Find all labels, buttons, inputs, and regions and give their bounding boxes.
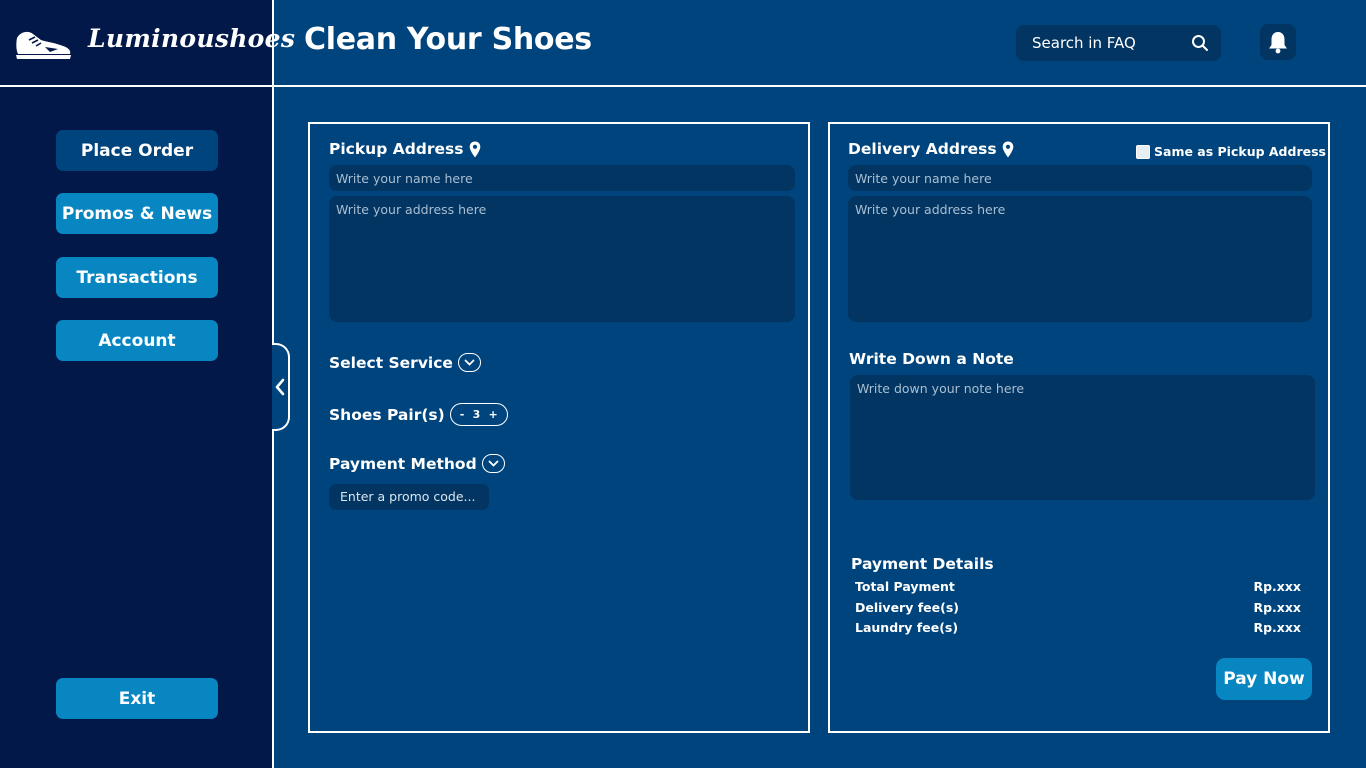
chevron-left-icon (275, 378, 285, 396)
select-service-label: Select Service (329, 353, 453, 372)
delivery-panel: Delivery Address Same as Pickup Address … (828, 122, 1330, 733)
pickup-panel: Pickup Address Select Service Shoes Pair… (308, 122, 810, 733)
payment-row-value: Rp.xxx (1253, 600, 1301, 615)
same-as-pickup-option: Same as Pickup Address (1136, 144, 1326, 159)
payment-row-label: Total Payment (855, 579, 955, 594)
nav-transactions-button[interactable]: Transactions (56, 257, 218, 298)
payment-row-value: Rp.xxx (1253, 579, 1301, 594)
note-label: Write Down a Note (849, 350, 1014, 368)
brand: Luminoushoes (0, 0, 295, 87)
same-as-pickup-checkbox[interactable] (1136, 144, 1150, 159)
same-as-pickup-label: Same as Pickup Address (1154, 144, 1326, 159)
chevron-down-icon (488, 460, 499, 467)
payment-details-title: Payment Details (851, 555, 994, 573)
page-title: Clean Your Shoes (304, 22, 592, 57)
payment-row-label: Laundry fee(s) (855, 620, 959, 635)
pickup-name-input[interactable] (329, 165, 795, 191)
delivery-address-label: Delivery Address (848, 140, 997, 158)
search-icon[interactable] (1191, 34, 1209, 52)
faq-search (1016, 25, 1221, 61)
sneaker-icon (16, 31, 71, 59)
pickup-address-heading: Pickup Address (329, 140, 481, 158)
payment-row-value: Rp.xxx (1253, 620, 1301, 635)
chevron-down-icon (464, 359, 475, 366)
note-input[interactable] (850, 375, 1315, 500)
payment-row-total: Total Payment Rp.xxx (855, 579, 1301, 594)
nav-account-button[interactable]: Account (56, 320, 218, 361)
location-pin-icon (1002, 141, 1013, 157)
brand-name: Luminoushoes (88, 24, 296, 53)
sidebar: Luminoushoes Place Order Promos & News T… (0, 0, 295, 768)
faq-search-input[interactable] (1032, 34, 1177, 52)
exit-button[interactable]: Exit (56, 678, 218, 719)
nav-place-order-button[interactable]: Place Order (56, 130, 218, 171)
location-pin-icon (469, 141, 480, 157)
header: Clean Your Shoes (274, 0, 1366, 87)
pickup-address-input[interactable] (329, 196, 795, 322)
increment-button[interactable]: + (489, 408, 498, 421)
notification-button[interactable] (1260, 24, 1296, 60)
select-service-row: Select Service (329, 353, 481, 372)
delivery-address-input[interactable] (848, 196, 1312, 322)
promo-code-input[interactable]: Enter a promo code... (329, 484, 489, 510)
payment-method-row: Payment Method (329, 454, 505, 473)
payment-method-dropdown[interactable] (481, 454, 505, 473)
payment-row-delivery: Delivery fee(s) Rp.xxx (855, 600, 1301, 615)
bell-icon (1269, 32, 1287, 54)
delivery-name-input[interactable] (848, 165, 1312, 191)
payment-method-label: Payment Method (329, 454, 477, 473)
delivery-address-heading: Delivery Address (848, 140, 1014, 158)
pay-now-button[interactable]: Pay Now (1216, 658, 1312, 700)
payment-row-laundry: Laundry fee(s) Rp.xxx (855, 620, 1301, 635)
shoes-pairs-stepper: - 3 + (449, 403, 508, 426)
sidebar-collapse-toggle[interactable] (272, 343, 290, 431)
pickup-address-label: Pickup Address (329, 140, 464, 158)
decrement-button[interactable]: - (460, 408, 465, 421)
shoes-pairs-row: Shoes Pair(s) - 3 + (329, 403, 508, 426)
nav-promos-news-button[interactable]: Promos & News (56, 193, 218, 234)
pairs-count: 3 (472, 408, 481, 421)
shoes-pairs-label: Shoes Pair(s) (329, 405, 445, 424)
select-service-dropdown[interactable] (457, 353, 481, 372)
payment-row-label: Delivery fee(s) (855, 600, 959, 615)
